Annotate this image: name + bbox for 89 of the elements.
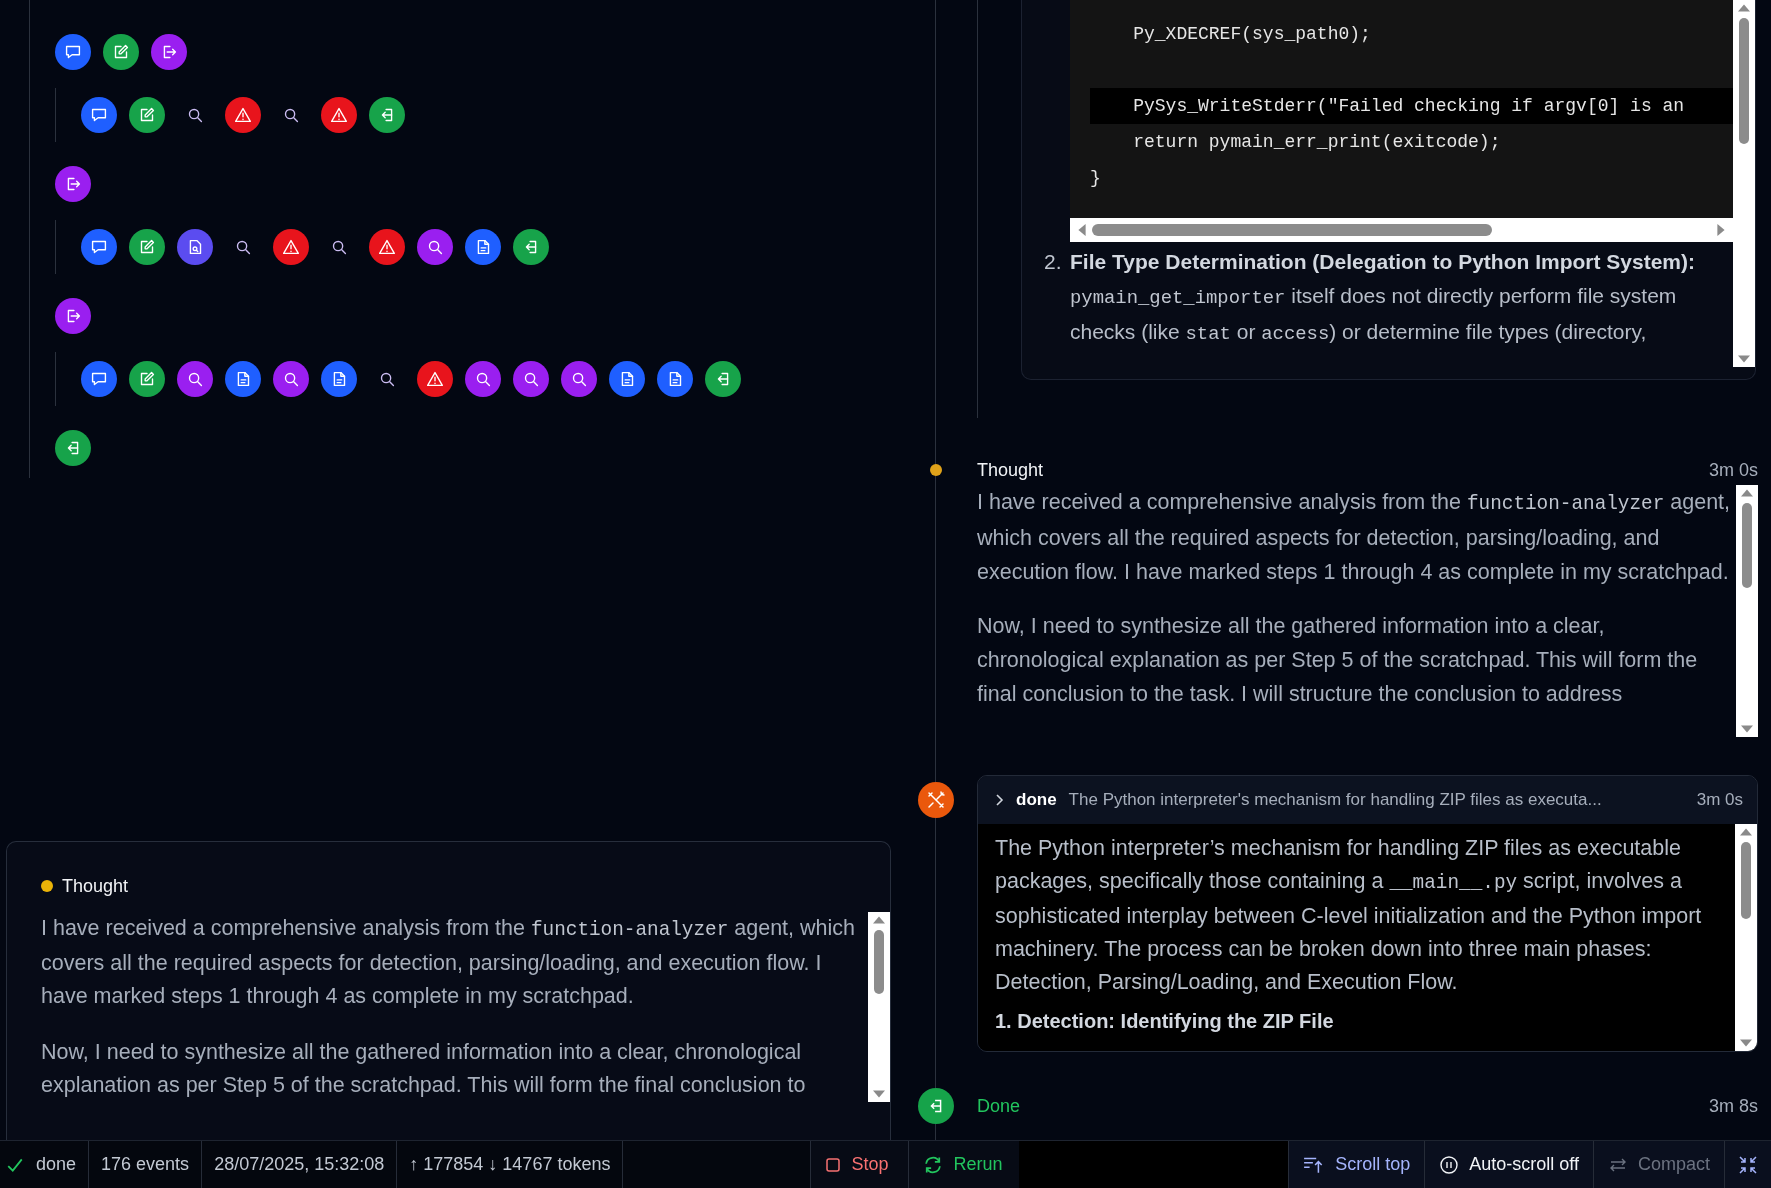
down-arrow-icon[interactable]: [1738, 355, 1750, 363]
up-arrow-icon[interactable]: [1738, 4, 1750, 12]
right-arrow-icon[interactable]: [1717, 224, 1725, 236]
scrollbar-thumb[interactable]: [1741, 842, 1751, 919]
warning-icon[interactable]: [273, 229, 309, 265]
up-arrow-icon[interactable]: [873, 916, 885, 925]
up-arrow-icon[interactable]: [1741, 489, 1753, 497]
scrollbar[interactable]: [1736, 485, 1758, 737]
paragraph: Now, I need to synthesize all the gathered information into a clear, chronological explanation as per Step 5 of the scratchpad. This will form the final conclusion to: [41, 1039, 807, 1100]
auto-scroll-button[interactable]: Auto-scroll off: [1424, 1141, 1593, 1188]
rerun-button[interactable]: Rerun: [908, 1141, 1020, 1188]
down-arrow-icon[interactable]: [1741, 725, 1753, 733]
elapsed-time: 3m 0s: [1696, 790, 1743, 810]
chat-icon[interactable]: [55, 34, 91, 70]
chat-icon[interactable]: [81, 97, 117, 133]
document-search-icon[interactable]: [177, 229, 213, 265]
search-icon[interactable]: [465, 361, 501, 397]
edit-icon[interactable]: [129, 361, 165, 397]
up-arrow-icon[interactable]: [1740, 828, 1752, 836]
document-icon[interactable]: [609, 361, 645, 397]
collapse-button[interactable]: [1724, 1141, 1771, 1188]
enter-icon[interactable]: [55, 430, 91, 466]
paragraph: Now, I need to synthesize all the gathered information into a clear, chronological explanation as per Step 5 of the scratchpad. This will form the final conclusion to the task. I will structure the conclusion to address: [977, 613, 1699, 708]
enter-icon[interactable]: [369, 97, 405, 133]
search-icon[interactable]: [513, 361, 549, 397]
thought-title: Thought: [62, 875, 129, 897]
document-icon[interactable]: [465, 229, 501, 265]
elapsed-time: 3m 8s: [1708, 1095, 1758, 1117]
exit-icon[interactable]: [55, 166, 91, 202]
tools-icon: [918, 782, 954, 818]
scrollbar-thumb[interactable]: [874, 930, 884, 994]
list-number: 2.: [1044, 249, 1063, 275]
scrollbar-thumb[interactable]: [1092, 224, 1492, 236]
stop-button[interactable]: Stop: [810, 1141, 909, 1188]
exit-icon[interactable]: [151, 34, 187, 70]
status-dot: [930, 464, 942, 476]
search-icon[interactable]: [561, 361, 597, 397]
scrollbar-thumb[interactable]: [1739, 18, 1749, 144]
scrollbar-thumb[interactable]: [1742, 503, 1752, 589]
scrollbar[interactable]: [868, 912, 890, 1103]
document-icon[interactable]: [225, 361, 261, 397]
stop-icon: [825, 1156, 842, 1173]
done-label: Done: [977, 1095, 1021, 1117]
warning-icon[interactable]: [369, 229, 405, 265]
scrollbar[interactable]: [1735, 824, 1757, 1051]
token-count: ↑ 177854 ↓ 14767 tokens: [409, 1154, 611, 1175]
paragraph: I have received a comprehensive analysis from the function-analyzer agent, which covers all the required aspects for detection, parsing/loading, and execution flow. I have marked steps 1 through 4 as complete in my scratchpad.: [977, 489, 1732, 586]
chat-icon[interactable]: [81, 361, 117, 397]
enter-icon[interactable]: [513, 229, 549, 265]
collapse-icon: [1738, 1154, 1758, 1175]
timestamp: 28/07/2025, 15:32:08: [214, 1154, 385, 1175]
run-status: done: [36, 1154, 77, 1175]
thought-title: Thought: [977, 459, 1044, 481]
warning-icon[interactable]: [225, 97, 261, 133]
status-dot: [41, 880, 53, 893]
scrollbar[interactable]: [1070, 218, 1733, 242]
search-icon[interactable]: [273, 361, 309, 397]
chat-icon[interactable]: [81, 229, 117, 265]
down-arrow-icon[interactable]: [873, 1090, 885, 1099]
edit-icon[interactable]: [103, 34, 139, 70]
search-icon[interactable]: [177, 361, 213, 397]
refresh-icon: [923, 1154, 944, 1175]
document-icon[interactable]: [657, 361, 693, 397]
paragraph: The Python interpreter’s mechanism for handling ZIP files as executable packages, specifically those containing a __main__.py script, involves a sophisticated interplay between C-level initialization and the Python import machinery. The process can be broken down into three main phases: Detection, Parsing/Loading, and Execution Flow.: [995, 835, 1703, 996]
code-line: Py_XDECREF(sys_path0);: [1132, 23, 1372, 46]
code-line: return pymain_err_print(exitcode);: [1132, 131, 1502, 154]
scroll-top-button[interactable]: Scroll top: [1288, 1141, 1425, 1188]
search-icon[interactable]: [417, 229, 453, 265]
event-count: 176 events: [101, 1154, 190, 1175]
tool-name: done: [1016, 790, 1057, 810]
warning-icon[interactable]: [417, 361, 453, 397]
down-arrow-icon[interactable]: [1740, 1039, 1752, 1047]
warning-icon[interactable]: [321, 97, 357, 133]
elapsed-time: 3m 0s: [1708, 459, 1758, 481]
paragraph: I have received a comprehensive analysis from the function-analyzer agent, which covers all the required aspects for detection, parsing/loading, and execution flow. I have marked steps 1 through 4 as complete in my scratchpad.: [41, 915, 856, 1011]
list-item-title: File Type Determination (Delegation to Python Import System):: [1070, 249, 1696, 275]
tool-summary: The Python interpreter's mechanism for handling ZIP files as executa...: [1068, 790, 1603, 810]
chevron-icon[interactable]: [996, 794, 1004, 806]
left-arrow-icon[interactable]: [1078, 224, 1086, 236]
document-icon[interactable]: [321, 361, 357, 397]
pause-icon: [1439, 1154, 1460, 1175]
section-heading: 1. Detection: Identifying the ZIP File: [995, 1009, 1335, 1034]
exit-icon[interactable]: [55, 298, 91, 334]
enter-icon[interactable]: [705, 361, 741, 397]
edit-icon[interactable]: [129, 229, 165, 265]
scrollbar[interactable]: [1733, 0, 1755, 367]
code-line: }: [1090, 167, 1102, 190]
enter-icon: [918, 1088, 954, 1124]
edit-icon[interactable]: [129, 97, 165, 133]
